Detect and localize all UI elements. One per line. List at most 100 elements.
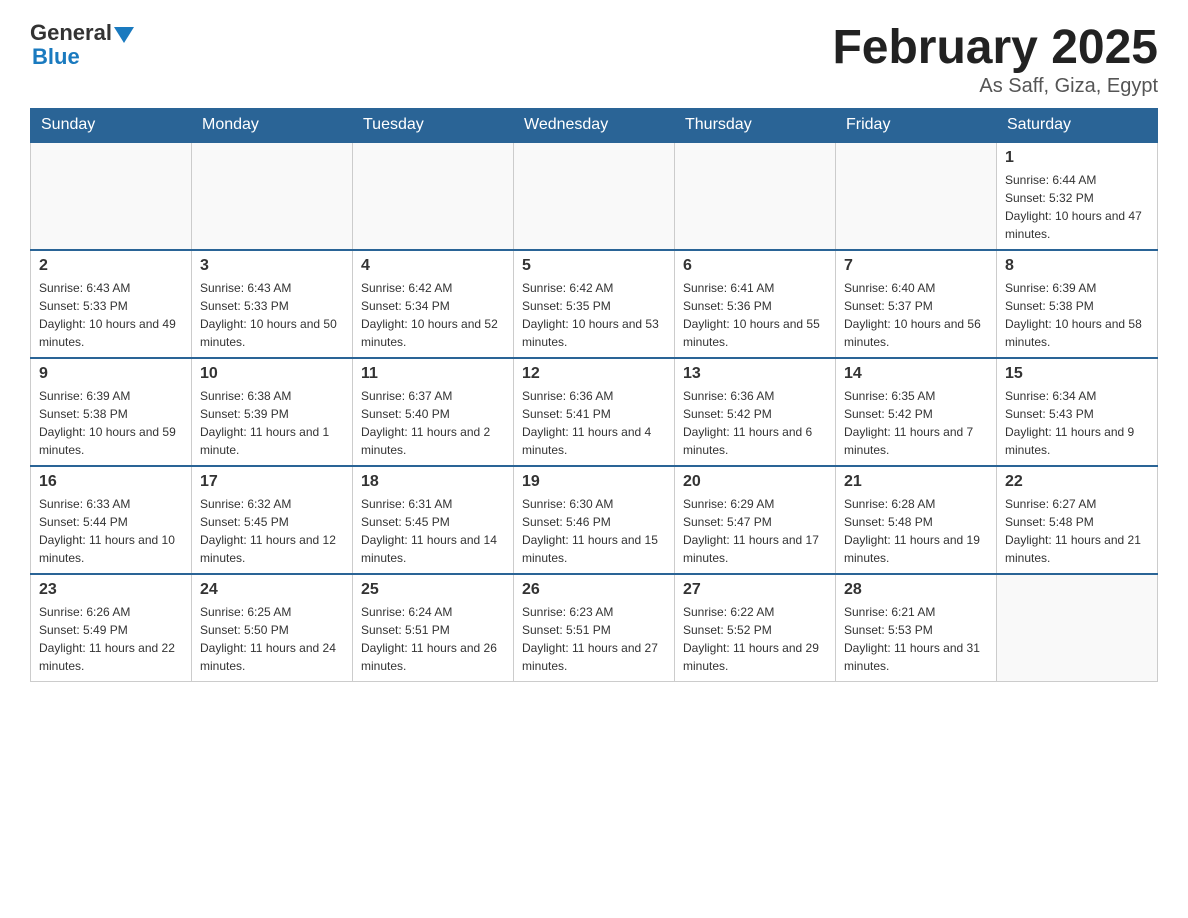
day-number: 14 <box>844 365 988 383</box>
month-title: February 2025 <box>832 20 1158 75</box>
day-info: Sunrise: 6:36 AMSunset: 5:41 PMDaylight:… <box>522 387 666 459</box>
day-info: Sunrise: 6:38 AMSunset: 5:39 PMDaylight:… <box>200 387 344 459</box>
calendar-day-cell: 1 Sunrise: 6:44 AMSunset: 5:32 PMDaylight… <box>997 143 1158 251</box>
calendar-header-row: SundayMondayTuesdayWednesdayThursdayFrid… <box>31 108 1158 143</box>
day-of-week-header: Sunday <box>31 108 192 143</box>
day-info: Sunrise: 6:25 AMSunset: 5:50 PMDaylight:… <box>200 603 344 675</box>
calendar-day-cell: 22 Sunrise: 6:27 AMSunset: 5:48 PMDayligh… <box>997 466 1158 574</box>
day-number: 23 <box>39 581 183 599</box>
calendar-week-row: 1 Sunrise: 6:44 AMSunset: 5:32 PMDaylight… <box>31 143 1158 251</box>
day-number: 2 <box>39 257 183 275</box>
day-info: Sunrise: 6:32 AMSunset: 5:45 PMDaylight:… <box>200 495 344 567</box>
day-info: Sunrise: 6:29 AMSunset: 5:47 PMDaylight:… <box>683 495 827 567</box>
calendar-day-cell: 9 Sunrise: 6:39 AMSunset: 5:38 PMDaylight… <box>31 358 192 466</box>
day-number: 25 <box>361 581 505 599</box>
calendar-week-row: 23 Sunrise: 6:26 AMSunset: 5:49 PMDayligh… <box>31 574 1158 682</box>
day-info: Sunrise: 6:39 AMSunset: 5:38 PMDaylight:… <box>1005 279 1149 351</box>
day-info: Sunrise: 6:26 AMSunset: 5:49 PMDaylight:… <box>39 603 183 675</box>
calendar-day-cell <box>514 143 675 251</box>
calendar-day-cell <box>192 143 353 251</box>
day-info: Sunrise: 6:42 AMSunset: 5:35 PMDaylight:… <box>522 279 666 351</box>
day-number: 3 <box>200 257 344 275</box>
calendar-day-cell: 27 Sunrise: 6:22 AMSunset: 5:52 PMDayligh… <box>675 574 836 682</box>
day-info: Sunrise: 6:44 AMSunset: 5:32 PMDaylight:… <box>1005 171 1149 243</box>
calendar-day-cell: 24 Sunrise: 6:25 AMSunset: 5:50 PMDayligh… <box>192 574 353 682</box>
day-info: Sunrise: 6:22 AMSunset: 5:52 PMDaylight:… <box>683 603 827 675</box>
day-number: 5 <box>522 257 666 275</box>
day-number: 19 <box>522 473 666 491</box>
day-number: 20 <box>683 473 827 491</box>
day-info: Sunrise: 6:34 AMSunset: 5:43 PMDaylight:… <box>1005 387 1149 459</box>
day-number: 16 <box>39 473 183 491</box>
location: As Saff, Giza, Egypt <box>832 75 1158 98</box>
calendar-day-cell: 21 Sunrise: 6:28 AMSunset: 5:48 PMDayligh… <box>836 466 997 574</box>
calendar-day-cell: 20 Sunrise: 6:29 AMSunset: 5:47 PMDayligh… <box>675 466 836 574</box>
day-number: 17 <box>200 473 344 491</box>
calendar-day-cell: 5 Sunrise: 6:42 AMSunset: 5:35 PMDaylight… <box>514 250 675 358</box>
logo-triangle-icon <box>114 27 134 43</box>
day-number: 27 <box>683 581 827 599</box>
calendar-week-row: 9 Sunrise: 6:39 AMSunset: 5:38 PMDaylight… <box>31 358 1158 466</box>
day-info: Sunrise: 6:21 AMSunset: 5:53 PMDaylight:… <box>844 603 988 675</box>
calendar-day-cell: 7Sunrise: 6:40 AMSunset: 5:37 PMDaylight… <box>836 250 997 358</box>
day-number: 4 <box>361 257 505 275</box>
calendar-day-cell: 12 Sunrise: 6:36 AMSunset: 5:41 PMDayligh… <box>514 358 675 466</box>
day-info: Sunrise: 6:43 AMSunset: 5:33 PMDaylight:… <box>39 279 183 351</box>
calendar-day-cell: 28Sunrise: 6:21 AMSunset: 5:53 PMDayligh… <box>836 574 997 682</box>
day-number: 26 <box>522 581 666 599</box>
logo-general-text: General <box>30 20 112 46</box>
day-of-week-header: Monday <box>192 108 353 143</box>
calendar-day-cell: 26 Sunrise: 6:23 AMSunset: 5:51 PMDayligh… <box>514 574 675 682</box>
day-number: 9 <box>39 365 183 383</box>
day-number: 11 <box>361 365 505 383</box>
day-number: 15 <box>1005 365 1149 383</box>
logo-blue-text: Blue <box>30 44 80 70</box>
logo: General Blue <box>30 20 134 70</box>
calendar-day-cell: 6 Sunrise: 6:41 AMSunset: 5:36 PMDaylight… <box>675 250 836 358</box>
calendar-day-cell: 16 Sunrise: 6:33 AMSunset: 5:44 PMDayligh… <box>31 466 192 574</box>
day-of-week-header: Thursday <box>675 108 836 143</box>
day-number: 22 <box>1005 473 1149 491</box>
calendar-week-row: 16 Sunrise: 6:33 AMSunset: 5:44 PMDayligh… <box>31 466 1158 574</box>
calendar-day-cell <box>836 143 997 251</box>
calendar-day-cell: 15 Sunrise: 6:34 AMSunset: 5:43 PMDayligh… <box>997 358 1158 466</box>
calendar-day-cell: 23 Sunrise: 6:26 AMSunset: 5:49 PMDayligh… <box>31 574 192 682</box>
day-info: Sunrise: 6:33 AMSunset: 5:44 PMDaylight:… <box>39 495 183 567</box>
calendar-day-cell: 10 Sunrise: 6:38 AMSunset: 5:39 PMDayligh… <box>192 358 353 466</box>
day-of-week-header: Wednesday <box>514 108 675 143</box>
calendar-day-cell: 2 Sunrise: 6:43 AMSunset: 5:33 PMDaylight… <box>31 250 192 358</box>
calendar-day-cell: 4 Sunrise: 6:42 AMSunset: 5:34 PMDaylight… <box>353 250 514 358</box>
calendar-day-cell: 18Sunrise: 6:31 AMSunset: 5:45 PMDayligh… <box>353 466 514 574</box>
day-number: 24 <box>200 581 344 599</box>
day-number: 7 <box>844 257 988 275</box>
calendar-day-cell: 19 Sunrise: 6:30 AMSunset: 5:46 PMDayligh… <box>514 466 675 574</box>
day-info: Sunrise: 6:35 AMSunset: 5:42 PMDaylight:… <box>844 387 988 459</box>
day-of-week-header: Tuesday <box>353 108 514 143</box>
calendar-day-cell: 3Sunrise: 6:43 AMSunset: 5:33 PMDaylight… <box>192 250 353 358</box>
day-info: Sunrise: 6:37 AMSunset: 5:40 PMDaylight:… <box>361 387 505 459</box>
day-info: Sunrise: 6:24 AMSunset: 5:51 PMDaylight:… <box>361 603 505 675</box>
day-number: 1 <box>1005 149 1149 167</box>
calendar-day-cell <box>997 574 1158 682</box>
calendar-day-cell: 8Sunrise: 6:39 AMSunset: 5:38 PMDaylight… <box>997 250 1158 358</box>
calendar-week-row: 2 Sunrise: 6:43 AMSunset: 5:33 PMDaylight… <box>31 250 1158 358</box>
calendar-day-cell: 14 Sunrise: 6:35 AMSunset: 5:42 PMDayligh… <box>836 358 997 466</box>
day-info: Sunrise: 6:28 AMSunset: 5:48 PMDaylight:… <box>844 495 988 567</box>
day-number: 10 <box>200 365 344 383</box>
calendar-table: SundayMondayTuesdayWednesdayThursdayFrid… <box>30 108 1158 682</box>
day-info: Sunrise: 6:23 AMSunset: 5:51 PMDaylight:… <box>522 603 666 675</box>
day-info: Sunrise: 6:27 AMSunset: 5:48 PMDaylight:… <box>1005 495 1149 567</box>
page-header: General Blue February 2025 As Saff, Giza… <box>30 20 1158 98</box>
day-info: Sunrise: 6:39 AMSunset: 5:38 PMDaylight:… <box>39 387 183 459</box>
day-info: Sunrise: 6:42 AMSunset: 5:34 PMDaylight:… <box>361 279 505 351</box>
day-of-week-header: Saturday <box>997 108 1158 143</box>
day-info: Sunrise: 6:30 AMSunset: 5:46 PMDaylight:… <box>522 495 666 567</box>
day-number: 6 <box>683 257 827 275</box>
day-number: 21 <box>844 473 988 491</box>
day-number: 12 <box>522 365 666 383</box>
calendar-day-cell: 17 Sunrise: 6:32 AMSunset: 5:45 PMDayligh… <box>192 466 353 574</box>
day-info: Sunrise: 6:41 AMSunset: 5:36 PMDaylight:… <box>683 279 827 351</box>
calendar-day-cell: 25 Sunrise: 6:24 AMSunset: 5:51 PMDayligh… <box>353 574 514 682</box>
title-area: February 2025 As Saff, Giza, Egypt <box>832 20 1158 98</box>
day-info: Sunrise: 6:36 AMSunset: 5:42 PMDaylight:… <box>683 387 827 459</box>
